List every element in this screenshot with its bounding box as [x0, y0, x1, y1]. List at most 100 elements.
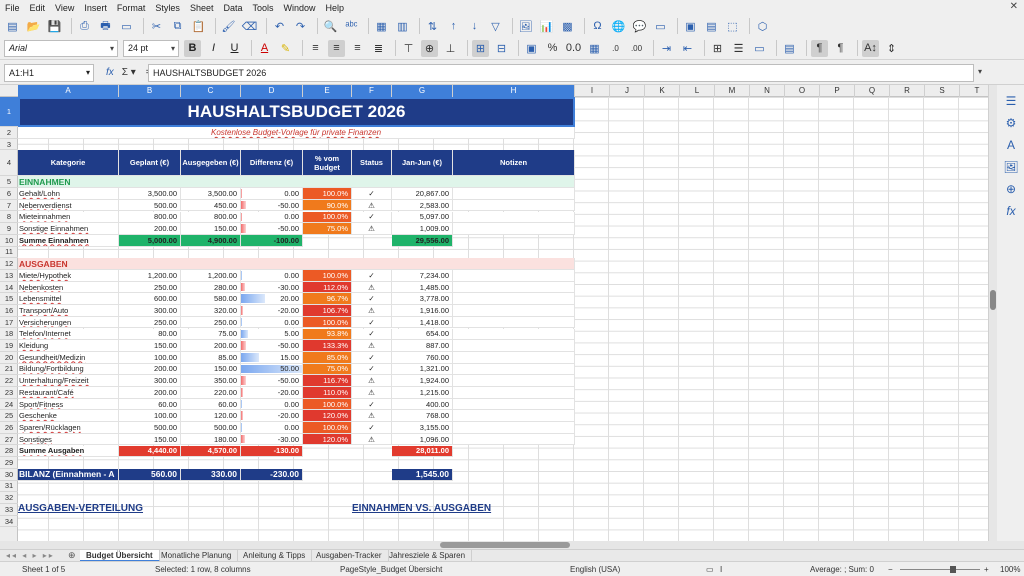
column-header-t[interactable]: T [960, 85, 988, 97]
expense-row-difference[interactable]: 0.00 [241, 270, 303, 282]
expense-row-planned[interactable]: 150.00 [119, 433, 181, 446]
expense-row-percent[interactable]: 100.0% [303, 316, 352, 329]
expense-row-planned[interactable]: 250.00 [119, 316, 181, 329]
expense-row-notes[interactable] [453, 270, 575, 282]
row-header-32[interactable]: 32 [0, 492, 18, 504]
navigator-icon[interactable]: ⊕ [1003, 181, 1019, 197]
expense-row-difference[interactable]: -20.00 [241, 410, 303, 423]
borders-icon[interactable]: ⊞ [709, 40, 726, 57]
expense-row-percent[interactable]: 100.0% [303, 270, 352, 282]
income-row-notes[interactable] [453, 199, 575, 212]
decrease-indent-icon[interactable]: ⇤ [679, 40, 696, 57]
expense-row-notes[interactable] [453, 433, 575, 446]
expense-row-jan-jun[interactable]: 1,215.00 [392, 387, 453, 399]
text-orientation-icon[interactable]: A↕ [862, 39, 879, 57]
menu-data[interactable]: Data [223, 3, 242, 13]
expense-row-spent[interactable]: 280.00 [181, 281, 241, 294]
expense-row-category[interactable]: Unterhaltung/Freizeit [18, 375, 119, 387]
expense-row-percent[interactable]: 116.7% [303, 375, 352, 387]
balance-spent[interactable]: 330.00 [181, 468, 241, 481]
expense-row-jan-jun[interactable]: 7,234.00 [392, 270, 453, 282]
column-title-differenz[interactable]: Differenz (€) [241, 150, 303, 177]
italic-icon[interactable]: I [205, 40, 222, 57]
freeze-rows-columns-icon[interactable]: ▤ [703, 18, 720, 35]
tab-navigation-icons[interactable]: ◂◂ ◂ ▸ ▸▸ [6, 551, 55, 560]
expense-row-status-icon[interactable]: ⚠ [352, 375, 392, 387]
expense-row-difference[interactable]: 0.00 [241, 398, 303, 411]
income-row-difference[interactable]: -50.00 [241, 199, 303, 212]
column-header-p[interactable]: P [820, 85, 855, 97]
autofilter-icon[interactable]: ▽ [487, 18, 504, 35]
expense-row-status-icon[interactable]: ✓ [352, 316, 392, 329]
expense-row-difference[interactable]: -20.00 [241, 387, 303, 399]
expense-row-planned[interactable]: 100.00 [119, 351, 181, 364]
expense-row-status-icon[interactable]: ✓ [352, 363, 392, 376]
number-format-icon[interactable]: 0.0 [565, 40, 582, 57]
menu-sheet[interactable]: Sheet [190, 3, 214, 13]
expense-row-spent[interactable]: 220.00 [181, 387, 241, 399]
image-icon[interactable]: 🖼 [517, 18, 534, 35]
expense-row-notes[interactable] [453, 363, 575, 376]
show-draw-functions-icon[interactable]: ⬡ [754, 18, 771, 35]
expense-row-percent[interactable]: 75.0% [303, 363, 352, 376]
add-sheet-icon[interactable]: ⊕ [68, 550, 76, 561]
row-header-28[interactable]: 28 [0, 446, 18, 458]
expense-row-difference[interactable]: -30.00 [241, 433, 303, 446]
row-header-17[interactable]: 17 [0, 317, 18, 329]
expense-row-spent[interactable]: 150.00 [181, 363, 241, 376]
expense-row-jan-jun[interactable]: 887.00 [392, 340, 453, 352]
expense-row-status-icon[interactable]: ⚠ [352, 340, 392, 352]
copy-icon[interactable]: ⧉ [169, 18, 186, 35]
expense-row-percent[interactable]: 100.0% [303, 398, 352, 411]
income-row-planned[interactable]: 3,500.00 [119, 188, 181, 200]
column-header-c[interactable]: C [181, 85, 241, 97]
expense-row-category[interactable]: Miete/Hypothek [18, 270, 119, 282]
row-header-9[interactable]: 9 [0, 223, 18, 235]
income-row-difference[interactable]: 0.00 [241, 188, 303, 200]
expense-row-difference[interactable]: 20.00 [241, 293, 303, 306]
section-expenses[interactable]: AUSGABEN [18, 258, 575, 270]
expense-row-percent[interactable]: 85.0% [303, 351, 352, 364]
expense-row-category[interactable]: Gesundheit/Medizin [18, 351, 119, 364]
row-header-29[interactable]: 29 [0, 457, 18, 469]
row-header-5[interactable]: 5 [0, 176, 18, 189]
expense-sum-jan-jun[interactable]: 28,011.00 [392, 445, 453, 458]
right-to-left-icon[interactable]: ¶ [832, 40, 849, 57]
row-header-15[interactable]: 15 [0, 293, 18, 306]
menu-sidebar-icon[interactable]: ☰ [1003, 93, 1019, 109]
expense-row-percent[interactable]: 96.7% [303, 293, 352, 306]
expense-row-jan-jun[interactable]: 760.00 [392, 351, 453, 364]
hyperlink-icon[interactable]: 🌐 [610, 18, 627, 35]
expense-row-notes[interactable] [453, 398, 575, 411]
income-row-spent[interactable]: 3,500.00 [181, 188, 241, 200]
horizontal-scrollbar[interactable] [0, 541, 1024, 549]
row-header-12[interactable]: 12 [0, 258, 18, 270]
column-header-g[interactable]: G [392, 85, 453, 97]
column-title-geplant[interactable]: Geplant (€) [119, 150, 181, 177]
expense-row-planned[interactable]: 500.00 [119, 422, 181, 434]
expense-row-planned[interactable]: 1,200.00 [119, 270, 181, 282]
income-row-planned[interactable]: 800.00 [119, 211, 181, 224]
column-header-o[interactable]: O [785, 85, 820, 97]
expense-row-jan-jun[interactable]: 1,916.00 [392, 305, 453, 317]
expense-row-difference[interactable]: 15.00 [241, 351, 303, 364]
clear-format-icon[interactable]: ⌫ [241, 18, 258, 35]
income-sum-jan-jun[interactable]: 29,556.00 [392, 234, 453, 247]
expense-row-category[interactable]: Nebenkosten [18, 281, 119, 294]
column-header-e[interactable]: E [303, 85, 352, 97]
align-bottom-icon[interactable]: ⊥ [442, 40, 459, 57]
expense-row-planned[interactable]: 300.00 [119, 375, 181, 387]
expense-row-category[interactable]: Geschenke [18, 410, 119, 423]
column-title-ausgegeben[interactable]: Ausgegeben (€) [181, 150, 241, 177]
cut-icon[interactable]: ✂ [148, 18, 165, 35]
column-header-b[interactable]: B [119, 85, 181, 97]
expense-row-notes[interactable] [453, 316, 575, 329]
row-icon[interactable]: ▦ [373, 18, 390, 35]
income-row-jan-jun[interactable]: 5,097.00 [392, 211, 453, 224]
border-style-icon[interactable]: ☰ [730, 40, 747, 57]
redo-icon[interactable]: ↷ [292, 18, 309, 35]
row-header-34[interactable]: 34 [0, 516, 18, 528]
column-header-l[interactable]: L [680, 85, 715, 97]
menu-file[interactable]: File [5, 3, 20, 13]
expense-row-planned[interactable]: 150.00 [119, 340, 181, 352]
